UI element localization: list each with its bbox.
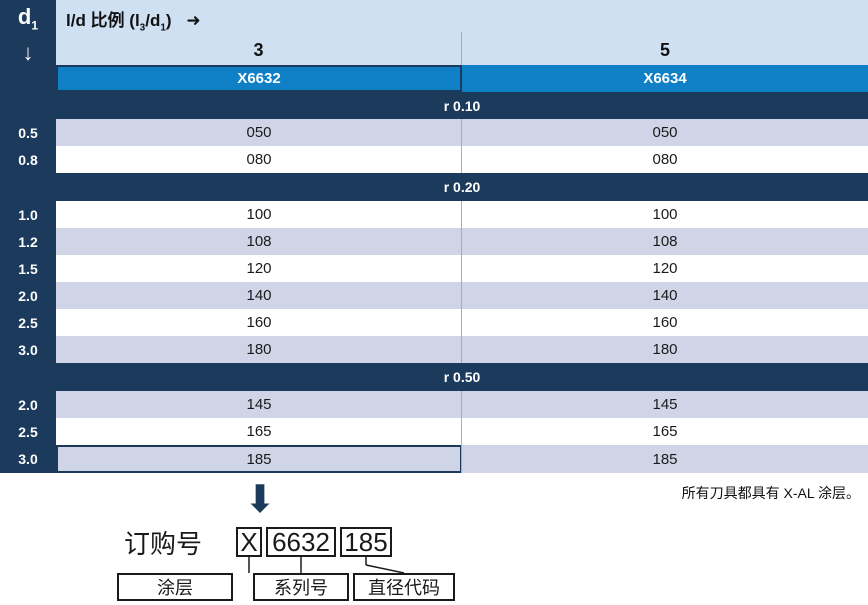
desc-diameter-code: 直径代码 bbox=[353, 573, 455, 601]
connector-lines bbox=[248, 557, 405, 574]
desc-coating: 涂层 bbox=[117, 573, 233, 601]
desc-series: 系列号 bbox=[253, 573, 349, 601]
